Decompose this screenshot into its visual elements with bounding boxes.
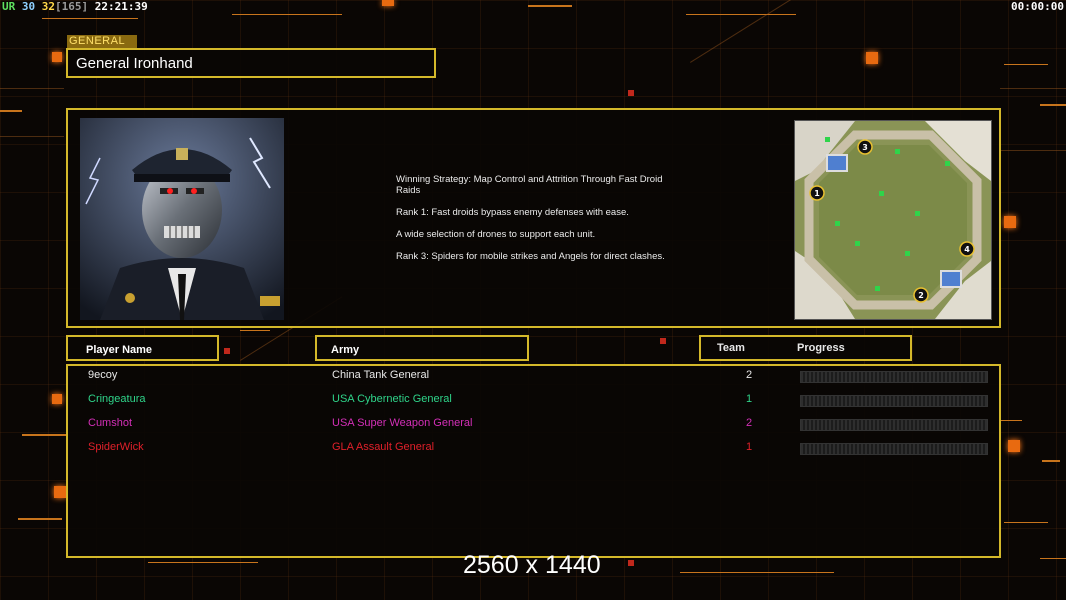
deco-diagonal [0, 88, 64, 89]
deco-line [22, 434, 66, 436]
deco-square [52, 394, 62, 404]
deco-line [528, 5, 572, 7]
player-team: 1 [746, 393, 753, 405]
hud-timer: 00:00:00 [1011, 0, 1064, 13]
deco-square [1004, 216, 1016, 228]
cyborg-officer-portrait [80, 118, 284, 320]
player-row[interactable]: Cumshot USA Super Weapon General 2 [68, 417, 999, 437]
player-team: 2 [746, 369, 753, 381]
deco-square [382, 0, 394, 6]
player-name: Cumshot [88, 417, 133, 429]
deco-line [1000, 420, 1022, 421]
player-row[interactable]: Cringeatura USA Cybernetic General 1 [68, 393, 999, 413]
loading-progress-bar [800, 395, 988, 407]
loading-progress-bar [800, 443, 988, 455]
deco-line [1004, 522, 1048, 523]
player-name: Cringeatura [88, 393, 146, 405]
player-team: 1 [746, 441, 753, 453]
resolution-watermark: 2560 x 1440 [463, 551, 601, 579]
column-header-player: Player Name [66, 335, 219, 361]
hud-stat-3: [165] [55, 0, 89, 13]
hud-stats: UR 30 32[165] 22:21:39 [2, 0, 148, 13]
player-army: China Tank General [332, 369, 430, 381]
deco-square [1008, 440, 1020, 452]
strategy-line: A wide selection of drones to support ea… [396, 229, 596, 240]
player-army: USA Super Weapon General [332, 417, 473, 429]
deco-line [148, 562, 258, 563]
column-header-progress: Progress [797, 342, 845, 354]
start-position-3: 3 [862, 143, 868, 152]
player-row[interactable]: 9ecoy China Tank General 2 [68, 369, 999, 389]
deco-square [660, 338, 666, 344]
loading-progress-bar [800, 419, 988, 431]
deco-line [1040, 558, 1066, 559]
player-name: 9ecoy [88, 369, 118, 381]
deco-line [1004, 64, 1048, 65]
octagon-map-preview: 1 2 3 4 [794, 120, 992, 320]
deco-square [52, 52, 62, 62]
start-position-4: 4 [964, 245, 970, 254]
player-row[interactable]: SpiderWick GLA Assault General 1 [68, 441, 999, 461]
column-header-team: Team [717, 342, 745, 354]
hud-clock: 22:21:39 [94, 0, 148, 13]
player-team: 2 [746, 417, 753, 429]
deco-line [0, 110, 22, 112]
deco-square [866, 52, 878, 64]
hud-stat-ur: UR [2, 0, 16, 13]
strategy-line: Rank 1: Fast droids bypass enemy defense… [396, 207, 629, 218]
strategy-text: Winning Strategy: Map Control and Attrit… [396, 174, 696, 273]
start-position-1: 1 [814, 189, 820, 198]
column-header-team-progress: Team Progress [699, 335, 912, 361]
deco-square [628, 90, 634, 96]
deco-line [42, 18, 138, 19]
hud-stat-2: 32 [41, 0, 55, 13]
player-list: 9ecoy China Tank General 2 Cringeatura U… [66, 364, 1001, 558]
deco-square [224, 348, 230, 354]
deco-square [54, 486, 66, 498]
deco-line [680, 572, 834, 573]
deco-line [686, 14, 796, 15]
deco-diagonal [0, 136, 64, 137]
strategy-line: Winning Strategy: Map Control and Attrit… [396, 174, 663, 196]
deco-line [1040, 104, 1066, 106]
deco-line [232, 14, 342, 15]
deco-line [240, 330, 270, 331]
deco-line [1042, 460, 1060, 462]
deco-diagonal [1000, 150, 1066, 151]
column-header-army: Army [315, 335, 529, 361]
player-army: USA Cybernetic General [332, 393, 452, 405]
deco-line [18, 518, 62, 520]
loading-progress-bar [800, 371, 988, 383]
hud-stat-1: 30 [21, 0, 36, 13]
strategy-line: Rank 3: Spiders for mobile strikes and A… [396, 251, 665, 262]
player-army: GLA Assault General [332, 441, 435, 453]
general-name: General Ironhand [66, 48, 436, 78]
deco-diagonal [1000, 88, 1066, 89]
deco-square [628, 560, 634, 566]
general-tag: GENERAL [67, 35, 137, 48]
player-name: SpiderWick [88, 441, 144, 453]
start-position-2: 2 [918, 291, 924, 300]
